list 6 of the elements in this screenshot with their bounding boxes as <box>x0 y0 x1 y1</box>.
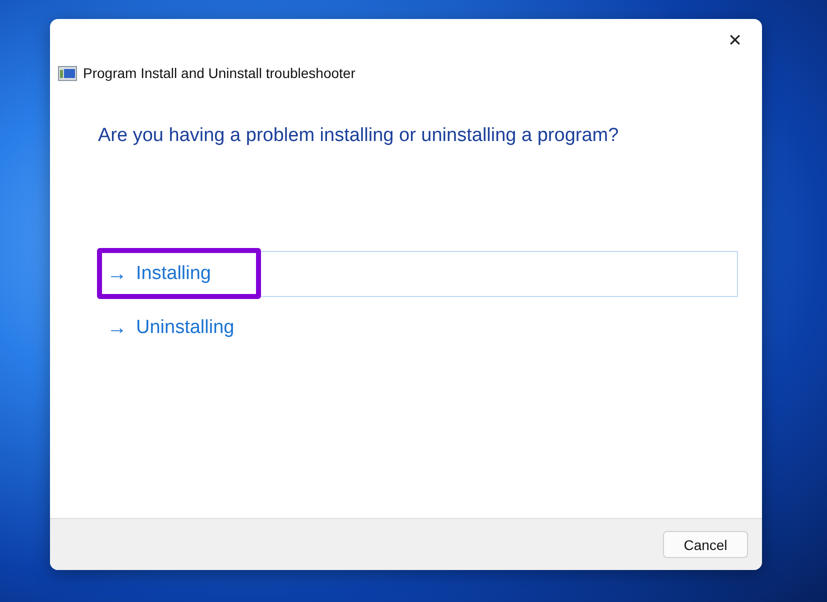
cancel-button[interactable]: Cancel <box>663 531 748 558</box>
window-title: Program Install and Uninstall troubleshooter <box>83 65 356 81</box>
close-button[interactable]: ✕ <box>720 27 750 55</box>
option-link[interactable]: → Uninstalling <box>98 305 738 351</box>
question-heading: Are you having a problem installing or uninstalling a program? <box>98 125 620 147</box>
program-icon <box>58 66 77 80</box>
